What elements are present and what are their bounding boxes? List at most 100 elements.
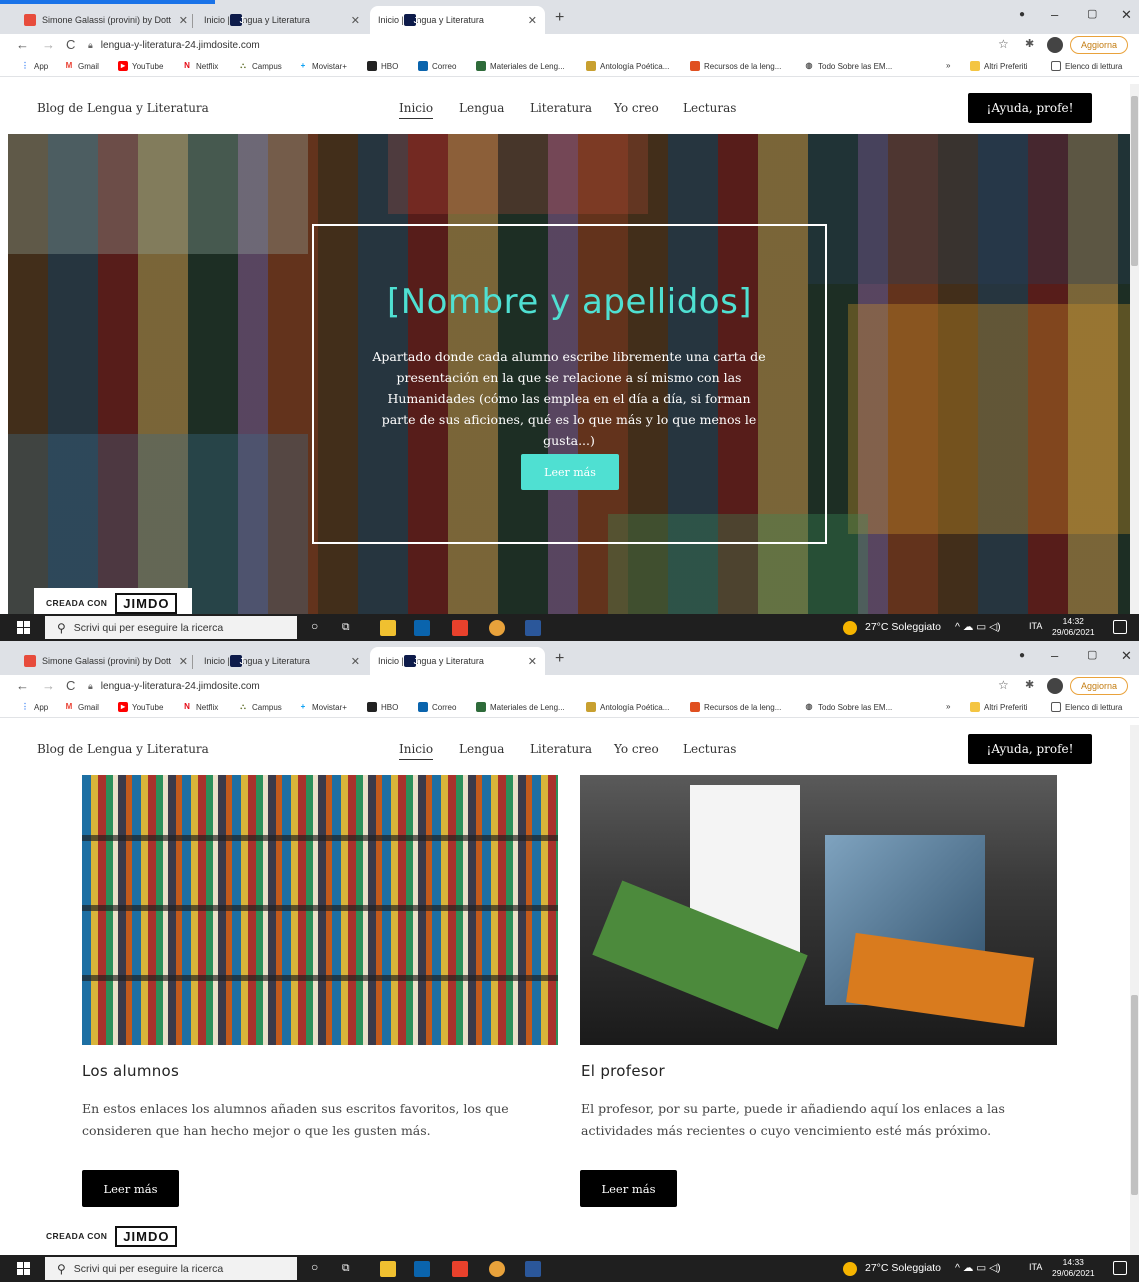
bookmark-correo[interactable]: Correo (418, 61, 456, 71)
cortana-icon[interactable]: ○ (311, 619, 318, 633)
profile-dot-icon[interactable]: ● (1019, 650, 1025, 661)
other-bookmarks[interactable]: Altri Preferiti (970, 61, 1028, 71)
office-icon[interactable] (452, 1261, 468, 1277)
tab-simone[interactable]: Simone Galassi (provini) by Dott ✕ (16, 6, 196, 34)
bookmark-materiales[interactable]: Materiales de Leng... (476, 61, 565, 71)
site-brand[interactable]: Blog de Lengua y Literatura (37, 742, 209, 756)
nav-lecturas[interactable]: Lecturas (683, 101, 736, 115)
office-icon[interactable] (452, 620, 468, 636)
bookmark-star-icon[interactable]: ☆ (998, 678, 1009, 692)
minimize-icon[interactable]: – (1051, 7, 1058, 22)
windows-start-icon[interactable] (17, 621, 30, 634)
close-tab-icon[interactable]: ✕ (351, 655, 360, 668)
close-tab-icon[interactable]: ✕ (179, 14, 188, 27)
nav-lengua[interactable]: Lengua (459, 742, 504, 756)
bookmark-correo[interactable]: Correo (418, 702, 456, 712)
page-scrollbar[interactable] (1130, 84, 1139, 614)
scrollbar-thumb[interactable] (1131, 995, 1138, 1195)
back-icon[interactable]: ← (16, 678, 29, 693)
bookmark-movistar[interactable]: + Movistar+ (298, 702, 347, 712)
reading-list[interactable]: Elenco di lettura (1051, 61, 1122, 71)
bookmark-campus[interactable]: ⛬ Campus (238, 702, 282, 712)
nav-lecturas[interactable]: Lecturas (683, 742, 736, 756)
bookmark-hbo[interactable]: HBO (367, 702, 398, 712)
close-tab-icon[interactable]: ✕ (179, 655, 188, 668)
taskbar-search[interactable]: ⚲ Scrivi qui per eseguire la ricerca (45, 1257, 297, 1280)
bookmark-recursos[interactable]: Recursos de la leng... (690, 702, 781, 712)
weather-text[interactable]: 27°C Soleggiato (865, 621, 941, 633)
update-button[interactable]: Aggiorna (1070, 36, 1129, 54)
hero-read-more-button[interactable]: Leer más (521, 454, 619, 490)
tab-inicio-1[interactable]: J Inicio | Lengua y Literatura ✕ (196, 647, 368, 675)
mail-app-icon[interactable] (414, 620, 430, 636)
file-explorer-icon[interactable] (380, 620, 396, 636)
bookmark-app[interactable]: ⋮ App (20, 61, 48, 71)
nav-yo-creo[interactable]: Yo creo (614, 101, 659, 115)
extensions-icon[interactable]: ✱ (1025, 678, 1034, 691)
notifications-icon[interactable] (1113, 1261, 1127, 1275)
windows-start-icon[interactable] (17, 1262, 30, 1275)
bookmark-antologia[interactable]: Antología Poética... (586, 702, 669, 712)
nav-literatura[interactable]: Literatura (530, 101, 592, 115)
profile-dot-icon[interactable]: ● (1019, 9, 1025, 20)
nav-lengua[interactable]: Lengua (459, 101, 504, 115)
close-tab-icon[interactable]: ✕ (528, 14, 537, 27)
bookmark-todo-sobre[interactable]: ◍ Todo Sobre las EM... (804, 61, 893, 71)
avatar[interactable] (1047, 678, 1063, 694)
url-field[interactable]: 🔒︎ lengua-y-literatura-24.jimdosite.com (88, 37, 998, 54)
site-brand[interactable]: Blog de Lengua y Literatura (37, 101, 209, 115)
back-icon[interactable]: ← (16, 37, 29, 52)
reload-icon[interactable]: C (66, 37, 75, 52)
close-window-icon[interactable]: ✕ (1121, 7, 1132, 23)
clock[interactable]: 14:33 29/06/2021 (1052, 1257, 1095, 1279)
bookmark-youtube[interactable]: ▸ YouTube (118, 61, 163, 71)
bookmark-recursos[interactable]: Recursos de la leng... (690, 61, 781, 71)
jimdo-badge[interactable]: CREADA CON JIMDO (34, 1221, 192, 1251)
help-button[interactable]: ¡Ayuda, profe! (968, 93, 1092, 123)
scrollbar-thumb[interactable] (1131, 96, 1138, 266)
word-icon[interactable] (525, 1261, 541, 1277)
bookmark-gmail[interactable]: M Gmail (64, 61, 99, 71)
word-icon[interactable] (525, 620, 541, 636)
avatar[interactable] (1047, 37, 1063, 53)
tab-simone[interactable]: Simone Galassi (provini) by Dott ✕ (16, 647, 196, 675)
bookmark-gmail[interactable]: M Gmail (64, 702, 99, 712)
more-bookmarks-button[interactable]: » (946, 61, 950, 70)
task-view-icon[interactable]: ⧉ (342, 1262, 350, 1275)
task-view-icon[interactable]: ⧉ (342, 621, 350, 634)
minimize-icon[interactable]: – (1051, 648, 1058, 663)
url-field[interactable]: 🔒︎ lengua-y-literatura-24.jimdosite.com (88, 678, 998, 695)
extensions-icon[interactable]: ✱ (1025, 37, 1034, 50)
nav-yo-creo[interactable]: Yo creo (614, 742, 659, 756)
bookmark-netflix[interactable]: N Netflix (182, 61, 218, 71)
reading-list[interactable]: Elenco di lettura (1051, 702, 1122, 712)
bookmark-antologia[interactable]: Antología Poética... (586, 61, 669, 71)
nav-inicio[interactable]: Inicio (399, 101, 434, 119)
notifications-icon[interactable] (1113, 620, 1127, 634)
reload-icon[interactable]: C (66, 678, 75, 693)
new-tab-button[interactable]: + (555, 650, 564, 668)
more-bookmarks-button[interactable]: » (946, 702, 950, 711)
tab-inicio-1[interactable]: J Inicio | Lengua y Literatura ✕ (196, 6, 368, 34)
maximize-icon[interactable]: ▢ (1087, 7, 1097, 20)
tab-inicio-2[interactable]: J Inicio | Lengua y Literatura ✕ (370, 647, 545, 675)
forward-icon[interactable]: → (42, 678, 55, 693)
clock[interactable]: 14:32 29/06/2021 (1052, 616, 1095, 638)
bookmark-materiales[interactable]: Materiales de Leng... (476, 702, 565, 712)
bookmark-hbo[interactable]: HBO (367, 61, 398, 71)
close-window-icon[interactable]: ✕ (1121, 648, 1132, 664)
file-explorer-icon[interactable] (380, 1261, 396, 1277)
language-indicator[interactable]: ITA (1029, 621, 1042, 631)
tray-icons[interactable]: ^ ☁ ▭ ◁) (955, 621, 1001, 633)
tab-inicio-2[interactable]: J Inicio | Lengua y Literatura ✕ (370, 6, 545, 34)
nav-literatura[interactable]: Literatura (530, 742, 592, 756)
help-button[interactable]: ¡Ayuda, profe! (968, 734, 1092, 764)
close-tab-icon[interactable]: ✕ (528, 655, 537, 668)
bookmark-app[interactable]: ⋮ App (20, 702, 48, 712)
bookmark-youtube[interactable]: ▸ YouTube (118, 702, 163, 712)
other-bookmarks[interactable]: Altri Preferiti (970, 702, 1028, 712)
close-tab-icon[interactable]: ✕ (351, 14, 360, 27)
taskbar-search[interactable]: ⚲ Scrivi qui per eseguire la ricerca (45, 616, 297, 639)
nav-inicio[interactable]: Inicio (399, 742, 434, 760)
language-indicator[interactable]: ITA (1029, 1262, 1042, 1272)
